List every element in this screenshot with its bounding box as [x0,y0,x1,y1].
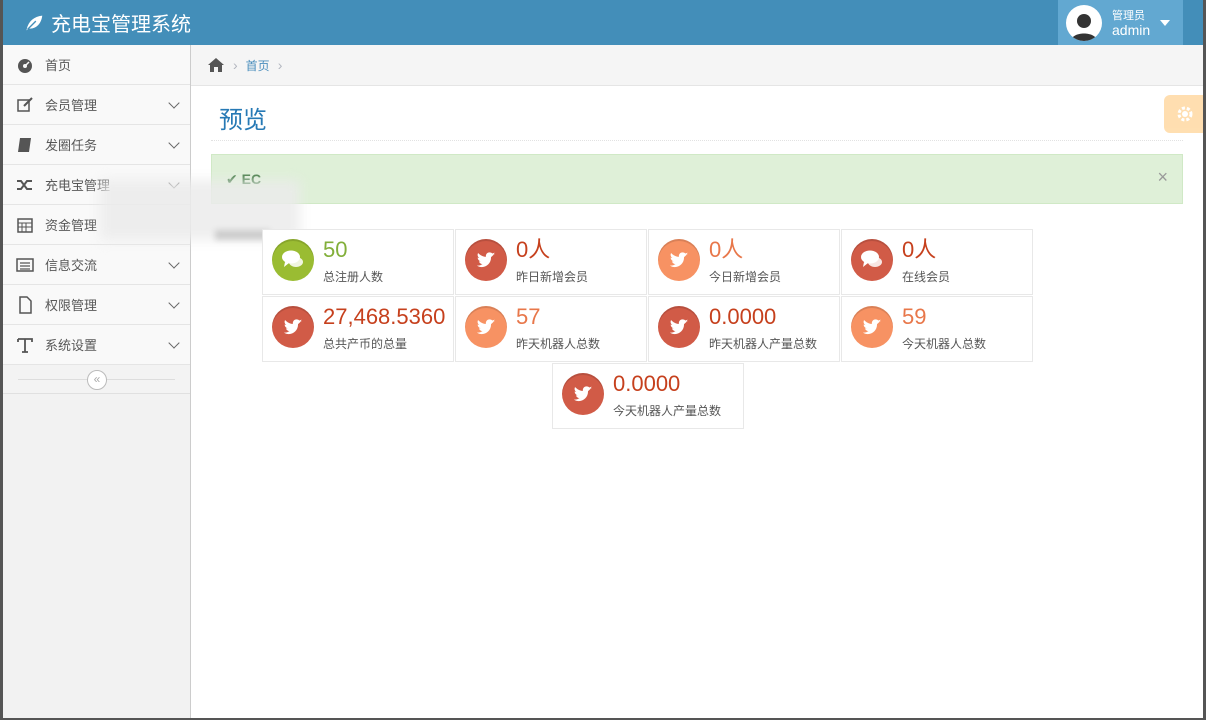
twitter-icon [465,239,507,281]
stat-value: 57 [516,304,541,329]
brand[interactable]: 充电宝管理系统 [23,0,191,45]
stat-label: 今天机器人产量总数 [613,404,722,418]
stat-label: 在线会员 [902,270,951,284]
stat-infobox: 59 今天机器人总数 [841,296,1033,362]
stat-infobox: 0人在线会员 [841,229,1033,295]
chevron-down-icon [168,297,180,309]
sidebar: 首页 会员管理 发圈任务 充电宝管理 资金管理 信息交流 权限管理 系统设置 « [3,45,191,720]
chevron-down-icon [168,257,180,269]
sidebar-item-label: 权限管理 [45,298,98,313]
stat-label: 昨天机器人总数 [516,337,601,351]
breadcrumb: › 首页 › [191,45,1203,86]
twitter-icon [562,373,604,415]
settings-button[interactable] [1164,95,1206,133]
caret-down-icon [1160,19,1171,26]
sidebar-collapse: « [3,365,190,394]
close-icon[interactable]: × [1157,167,1168,188]
home-icon[interactable] [207,56,225,74]
stat-value: 59 [902,304,927,329]
sidebar-item-tasks[interactable]: 发圈任务 [3,125,190,165]
sidebar-item-messages[interactable]: 信息交流 [3,245,190,285]
stat-label: 昨日新增会员 [516,270,589,284]
stat-infobox: 0.0000 昨天机器人产量总数 [648,296,840,362]
stat-infobox: 0.0000 今天机器人产量总数 [552,363,744,429]
twitter-icon [658,306,700,348]
sidebar-item-permissions[interactable]: 权限管理 [3,285,190,325]
sidebar-item-label: 系统设置 [45,338,98,353]
shuffle-icon [15,175,35,195]
stat-value: 0.0000 [613,371,681,396]
page-title: 预览 [219,107,267,134]
edit-icon [15,95,35,115]
success-alert: ✔ EC × [211,154,1183,204]
stat-value: 0.0000 [709,304,777,329]
sidebar-item-settings[interactable]: 系统设置 [3,325,190,365]
breadcrumb-separator: › [233,57,238,73]
sidebar-item-label: 发圈任务 [45,138,98,153]
stat-label: 昨天机器人产量总数 [709,337,818,351]
comments-icon [272,239,314,281]
sidebar-item-home[interactable]: 首页 [3,45,190,85]
user-menu[interactable]: 管理员 admin [1058,0,1183,45]
sidebar-item-members[interactable]: 会员管理 [3,85,190,125]
twitter-icon [851,306,893,348]
stat-label: 今日新增会员 [709,270,782,284]
avatar [1066,4,1102,41]
stat-value: 0人 [902,237,937,262]
text-icon [15,335,35,355]
twitter-icon [272,306,314,348]
gear-icon [1177,106,1193,122]
stat-value: 0人 [709,237,744,262]
list-icon [15,255,35,275]
page-header: 预览 [211,90,1183,141]
stat-value: 27,468.5360 [323,304,446,329]
breadcrumb-separator: › [277,57,283,73]
stat-value: 50 [323,237,348,262]
stat-label: 总共产币的总量 [323,337,408,351]
sidebar-item-label: 资金管理 [45,218,98,233]
top-navbar: 充电宝管理系统 管理员 admin [3,0,1203,45]
stat-label: 总注册人数 [323,270,384,284]
sidebar-item-label: 会员管理 [45,98,98,113]
user-silhouette-icon [1071,13,1097,41]
twitter-icon [465,306,507,348]
leaf-icon [26,15,43,30]
book-icon [15,135,35,155]
chevron-down-icon [168,137,180,149]
stat-value: 0人 [516,237,551,262]
stat-infobox: 0人昨日新增会员 [455,229,647,295]
stat-infobox: 27,468.5360 总共产币的总量 [262,296,454,362]
stat-infobox: 50 总注册人数 [262,229,454,295]
app-title: 充电宝管理系统 [51,14,191,36]
dashboard-icon [15,55,35,75]
twitter-icon [658,239,700,281]
chevron-down-icon [168,97,180,109]
stat-infobox: 57 昨天机器人总数 [455,296,647,362]
chevron-down-icon [168,337,180,349]
breadcrumb-home-link[interactable]: 首页 [246,57,270,74]
stat-infobox: 0人今日新增会员 [648,229,840,295]
sidebar-item-label: 首页 [45,58,72,73]
file-icon [15,295,35,315]
sidebar-item-label: 信息交流 [45,258,98,273]
comments-icon [851,239,893,281]
calendar-icon [15,215,35,235]
collapse-sidebar-button[interactable]: « [87,370,107,390]
stat-label: 今天机器人总数 [902,337,987,351]
user-name: admin [1112,21,1151,38]
user-role: 管理员 [1112,9,1145,22]
